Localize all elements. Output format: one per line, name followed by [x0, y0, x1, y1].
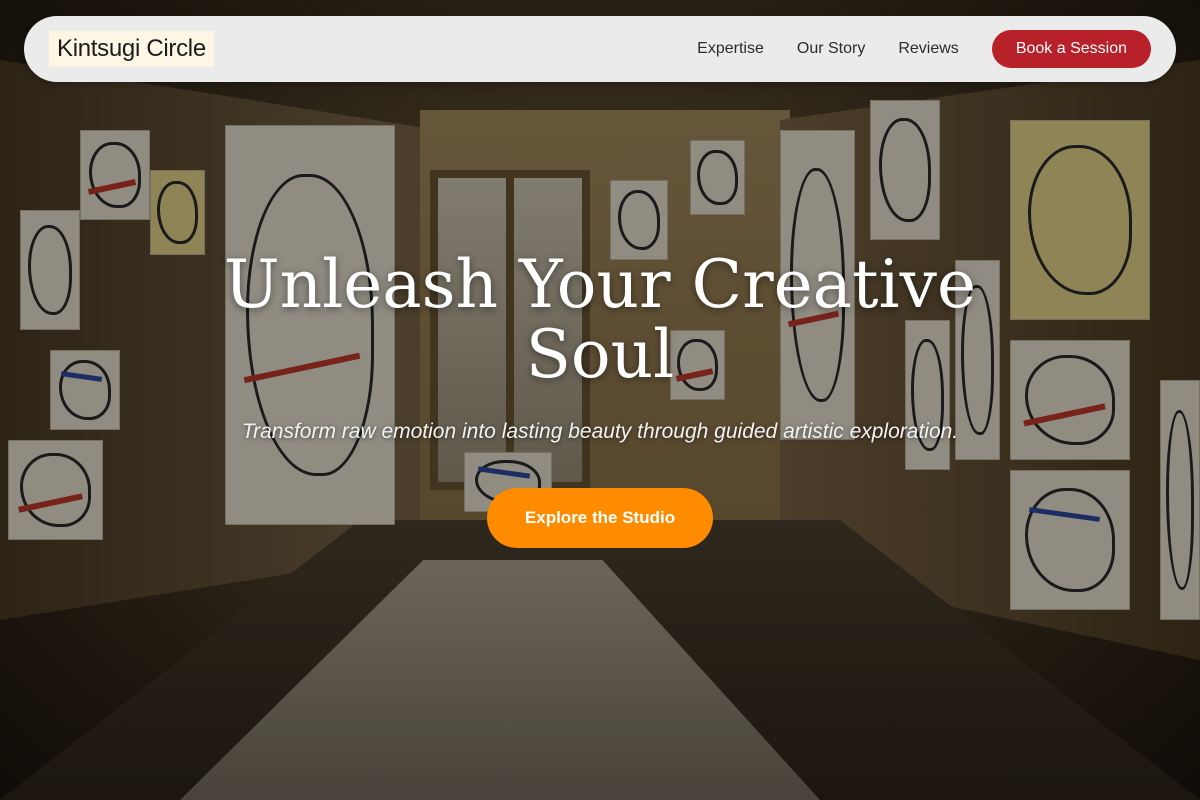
explore-studio-button[interactable]: Explore the Studio	[487, 488, 713, 548]
hero-section: Unleash Your Creative Soul Transform raw…	[0, 250, 1200, 548]
book-session-button[interactable]: Book a Session	[991, 30, 1151, 68]
main-nav: Expertise Our Story Reviews Book a Sessi…	[697, 30, 1151, 68]
nav-link-reviews[interactable]: Reviews	[898, 40, 958, 58]
nav-link-expertise[interactable]: Expertise	[697, 40, 764, 58]
nav-link-our-story[interactable]: Our Story	[797, 40, 865, 58]
brand-logo[interactable]: Kintsugi Circle	[49, 31, 214, 67]
navbar: Kintsugi Circle Expertise Our Story Revi…	[24, 16, 1176, 82]
hero-subtitle: Transform raw emotion into lasting beaut…	[241, 420, 959, 443]
hero-title: Unleash Your Creative Soul	[223, 246, 977, 393]
